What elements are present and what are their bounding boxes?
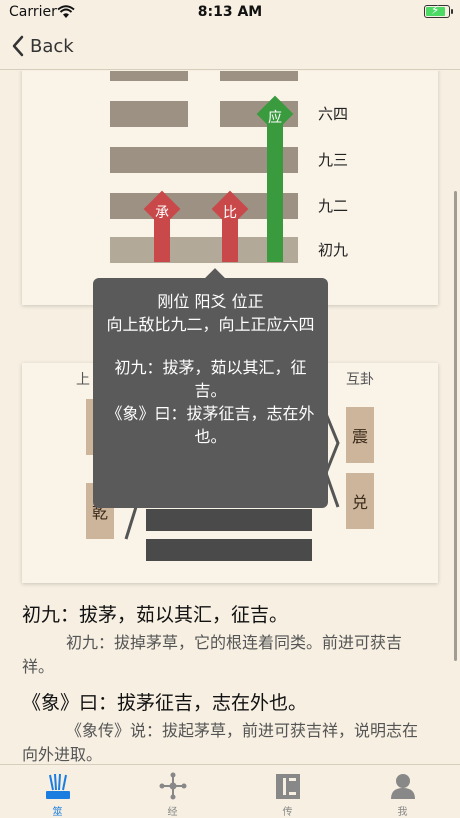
yao-text-block: 初九：拔茅，茹以其汇，征吉。 初九：拔掉茅草，它的根连着同类。前进可获吉祥。 bbox=[22, 601, 432, 679]
scroll-indicator[interactable] bbox=[454, 191, 457, 661]
hu-upper-trigram-label: 震 bbox=[351, 427, 368, 446]
hu-lower-trigram-label: 兑 bbox=[351, 493, 368, 512]
cast-icon bbox=[45, 773, 70, 799]
tab-classic-label: 经 bbox=[167, 807, 178, 818]
battery-icon: ⚡ bbox=[424, 3, 453, 18]
tab-commentary-label: 传 bbox=[282, 807, 293, 818]
yao-title: 初九：拔茅，茹以其汇，征吉。 bbox=[22, 604, 289, 626]
yao-translation: 初九：拔掉茅草，它的根连着同类。前进可获吉祥。 bbox=[22, 633, 403, 676]
commentary-icon bbox=[275, 774, 300, 799]
yao-label-6-5: 六五 bbox=[318, 71, 348, 74]
hu-bar-middle bbox=[146, 509, 312, 531]
popup-position-text: 刚位 阳爻 位正 bbox=[157, 292, 264, 311]
hugua-left-label: 上 bbox=[76, 372, 90, 388]
clock: 8:13 AM bbox=[197, 4, 263, 20]
bi-label: 比 bbox=[223, 205, 237, 221]
yao-popup[interactable]: 刚位 阳爻 位正 向上敌比九二，向上正应六四 初九：拔茅，茹以其汇，征吉。 《象… bbox=[93, 278, 328, 508]
back-label: Back bbox=[30, 35, 74, 57]
hu-lower-trigram-tile[interactable]: 兑 bbox=[346, 473, 374, 529]
cheng-label: 承 bbox=[155, 205, 169, 221]
yao-label-9-3: 九三 bbox=[318, 151, 349, 169]
popup-yao-text: 初九：拔茅，茹以其汇，征吉。 bbox=[114, 358, 307, 400]
back-button[interactable]: Back bbox=[12, 35, 74, 57]
tab-profile[interactable]: 我 bbox=[345, 765, 460, 818]
tab-cast[interactable]: 筮 bbox=[0, 765, 115, 818]
yao-bar-6-5-right[interactable] bbox=[220, 71, 298, 81]
tab-commentary[interactable]: 传 bbox=[230, 765, 345, 818]
ying-arrow: 应 bbox=[256, 95, 294, 262]
status-bar: Carrier 8:13 AM ⚡ bbox=[0, 0, 460, 26]
xiang-translation: 《象传》说：拔起茅草，前进可获吉祥，说明志在向外进取。 bbox=[22, 721, 419, 764]
yao-bar-6-4-left[interactable] bbox=[110, 101, 188, 127]
yao-bar-6-5-left[interactable] bbox=[110, 71, 188, 81]
popup-xiang-text: 《象》曰：拔茅征吉，志在外也。 bbox=[106, 404, 315, 446]
ying-label: 应 bbox=[268, 110, 282, 126]
nav-bar: Back bbox=[0, 26, 460, 70]
hu-bar-lower bbox=[146, 539, 312, 561]
tab-classic[interactable]: 经 bbox=[115, 765, 230, 818]
bi-arrow: 比 bbox=[211, 190, 249, 262]
yao-label-6-4: 六四 bbox=[318, 105, 349, 123]
tab-cast-label: 筮 bbox=[52, 807, 63, 818]
xiang-title: 《象》曰：拔茅征吉，志在外也。 bbox=[22, 692, 308, 714]
classic-icon bbox=[159, 772, 186, 800]
popup-relation-text: 向上敌比九二，向上正应六四 bbox=[106, 315, 315, 334]
hexagram-card: 六五 六四 九三 九二 初九 承 比 应 bbox=[22, 71, 438, 305]
chevron-left-icon bbox=[12, 35, 24, 57]
hu-upper-trigram-tile[interactable]: 震 bbox=[346, 407, 374, 463]
yao-label-1-9: 初九 bbox=[318, 241, 349, 259]
profile-icon bbox=[390, 774, 415, 799]
xiang-text-block: 《象》曰：拔茅征吉，志在外也。 《象传》说：拔起茅草，前进可获吉祥，说明志在向外… bbox=[22, 689, 432, 764]
tab-bar: 筮 经 传 我 bbox=[0, 764, 460, 818]
yao-label-9-2: 九二 bbox=[318, 197, 349, 215]
hugua-right-label: 互卦 bbox=[346, 372, 374, 388]
tab-profile-label: 我 bbox=[397, 807, 408, 818]
cheng-arrow: 承 bbox=[143, 190, 181, 262]
